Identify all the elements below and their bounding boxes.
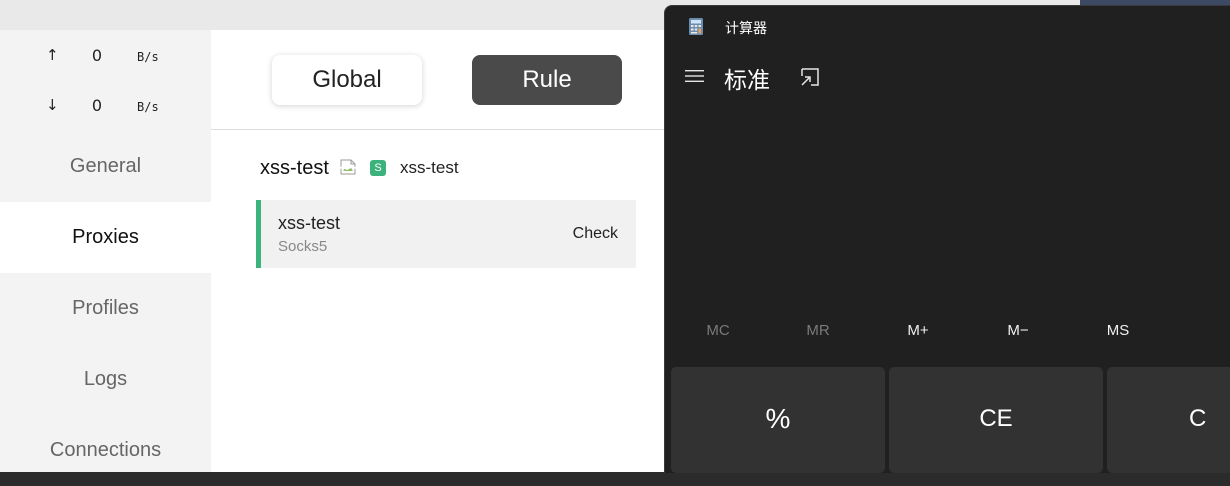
download-traffic: ↓ 0 B/s [0,94,211,118]
keep-on-top-icon[interactable] [799,66,821,88]
memory-clear-button[interactable]: MC [668,322,768,339]
upload-traffic: ↑ 0 B/s [0,44,211,68]
sidebar-item-proxies[interactable]: Proxies [0,202,211,273]
sidebar-item-connections[interactable]: Connections [0,415,211,486]
memory-add-button[interactable]: M+ [868,322,968,339]
hamburger-menu-icon[interactable] [685,68,705,84]
upload-speed-unit: B/s [137,50,159,64]
calculator-window-title: 计算器 [725,20,767,36]
proxy-check-button[interactable]: Check [573,225,618,243]
proxy-group-selected: xss-test [400,158,459,177]
clear-entry-button[interactable]: CE [889,367,1103,473]
proxy-group-type-badge: S [370,160,386,176]
broken-image-icon [339,158,357,176]
calculator-window: 计算器 标准 MC MR M+ M− MS % CE C [664,5,1230,473]
sidebar-item-general[interactable]: General [0,131,211,202]
calculator-app-icon [689,18,703,35]
proxy-group-name: xss-test [260,157,329,179]
sidebar: ↑ 0 B/s ↓ 0 B/s General Proxies Profiles… [0,30,211,472]
download-speed-unit: B/s [137,100,159,114]
percent-button[interactable]: % [671,367,885,473]
memory-recall-button[interactable]: MR [768,322,868,339]
sidebar-item-logs[interactable]: Logs [0,344,211,415]
upload-arrow-icon: ↑ [46,46,59,64]
mode-global-button[interactable]: Global [272,55,422,105]
download-arrow-icon: ↓ [46,96,59,114]
download-speed-value: 0 [91,96,103,115]
proxy-type: Socks5 [278,238,328,255]
mode-rule-button[interactable]: Rule [472,55,622,105]
memory-subtract-button[interactable]: M− [968,322,1068,339]
proxy-name: xss-test [278,213,341,233]
memory-store-button[interactable]: MS [1068,322,1168,339]
sidebar-item-profiles[interactable]: Profiles [0,273,211,344]
proxy-card[interactable]: xss-test Socks5 Check [256,200,636,268]
clear-button[interactable]: C [1107,367,1230,473]
upload-speed-value: 0 [91,46,103,65]
calculator-mode-title: 标准 [724,67,770,93]
proxy-selected-indicator [256,200,261,268]
